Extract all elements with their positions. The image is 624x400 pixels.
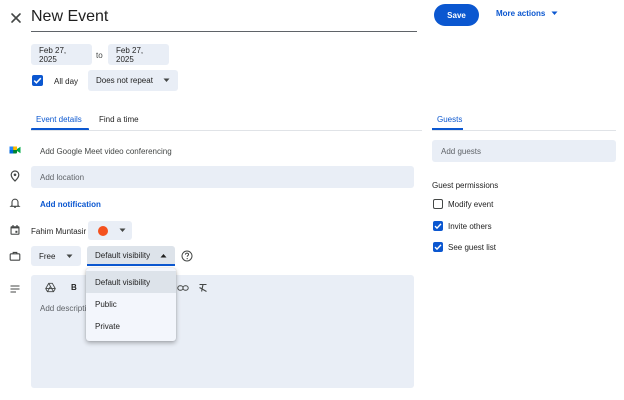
invite-others-checkbox[interactable]: [433, 221, 443, 231]
tab-find-a-time[interactable]: Find a time: [99, 115, 139, 124]
location-input[interactable]: Add location: [31, 166, 414, 188]
event-color-swatch: [98, 225, 108, 236]
add-google-meet-button[interactable]: Add Google Meet video conferencing: [40, 147, 172, 156]
check-icon: [434, 244, 442, 251]
description-icon: [9, 283, 21, 295]
save-button[interactable]: Save: [434, 4, 479, 26]
all-day-label: All day: [54, 77, 79, 86]
tab-event-details[interactable]: Event details: [36, 115, 82, 124]
date-separator: to: [96, 51, 103, 60]
permission-label: Modify event: [448, 199, 494, 209]
check-icon: [33, 77, 42, 84]
menu-item-public[interactable]: Public: [86, 293, 176, 315]
add-notification-button[interactable]: Add notification: [40, 200, 101, 209]
all-day-checkbox[interactable]: [32, 75, 43, 86]
guest-permissions-title: Guest permissions: [432, 181, 499, 190]
tab-guests[interactable]: Guests: [437, 115, 462, 124]
start-date-field[interactable]: Feb 27, 2025: [31, 44, 92, 65]
caret-up-icon: [160, 253, 167, 257]
repeat-value: Does not repeat: [96, 76, 153, 85]
clear-formatting-icon[interactable]: [198, 283, 208, 293]
permission-invite-others[interactable]: Invite others: [433, 221, 492, 231]
more-actions-button[interactable]: More actions: [496, 9, 558, 18]
calendar-icon: [9, 224, 21, 236]
location-pin-icon: [9, 170, 21, 182]
permission-label: See guest list: [448, 242, 497, 252]
bold-button[interactable]: B: [71, 283, 77, 292]
bell-icon: [9, 197, 21, 209]
add-guests-input[interactable]: Add guests: [432, 140, 616, 162]
menu-item-private[interactable]: Private: [86, 315, 176, 337]
availability-dropdown[interactable]: Free: [31, 246, 81, 266]
repeat-dropdown[interactable]: Does not repeat: [88, 70, 178, 91]
link-icon[interactable]: [177, 283, 189, 293]
check-icon: [434, 223, 442, 230]
close-icon[interactable]: [8, 10, 24, 26]
menu-item-default-visibility[interactable]: Default visibility: [86, 271, 176, 293]
visibility-value: Default visibility: [95, 250, 151, 260]
tabs-divider: [31, 130, 422, 131]
caret-down-icon: [119, 228, 126, 232]
end-date-field[interactable]: Feb 27, 2025: [108, 44, 169, 65]
caret-down-icon: [163, 78, 170, 82]
help-icon[interactable]: [181, 250, 193, 262]
guests-divider: [432, 130, 616, 131]
modify-event-checkbox[interactable]: [433, 199, 443, 209]
permission-label: Invite others: [448, 221, 492, 231]
event-title: New Event: [31, 8, 109, 25]
permission-modify-event[interactable]: Modify event: [433, 199, 493, 209]
visibility-menu: Default visibility Public Private: [86, 268, 176, 341]
permission-see-guest-list[interactable]: See guest list: [433, 242, 496, 252]
more-actions-label: More actions: [496, 9, 546, 18]
event-color-dropdown[interactable]: [88, 221, 132, 240]
title-input[interactable]: New Event: [31, 5, 417, 32]
caret-down-icon: [66, 254, 73, 258]
caret-down-icon: [551, 11, 558, 15]
visibility-dropdown[interactable]: Default visibility: [87, 246, 175, 266]
availability-value: Free: [39, 251, 56, 261]
organizer-name: Fahim Muntasir: [31, 227, 87, 236]
google-meet-icon: [9, 144, 21, 156]
see-guest-list-checkbox[interactable]: [433, 242, 443, 252]
briefcase-icon: [9, 250, 21, 262]
google-drive-icon[interactable]: [45, 282, 56, 293]
